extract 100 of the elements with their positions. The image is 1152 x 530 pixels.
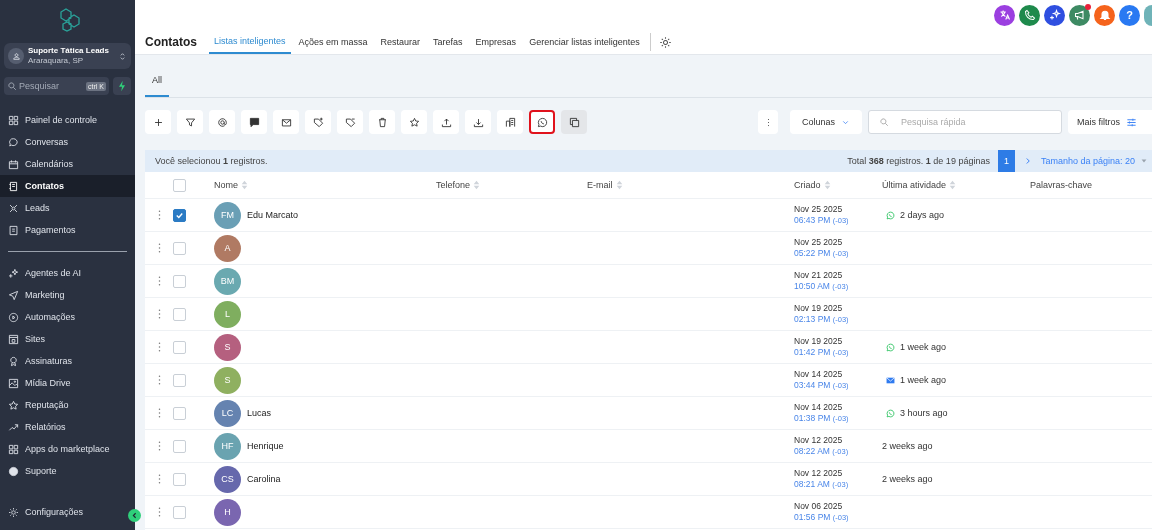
nav-item[interactable]: Painel de controle	[0, 109, 135, 131]
chevron-updown-icon	[118, 50, 127, 62]
mail-button[interactable]	[273, 110, 299, 134]
star-button[interactable]	[401, 110, 427, 134]
tab[interactable]: Gerenciar listas inteligentes	[524, 30, 645, 54]
column-header[interactable]: Palavras-chave	[1030, 180, 1093, 190]
phone-button[interactable]	[1019, 4, 1040, 26]
help-button[interactable]: ?	[1119, 4, 1140, 26]
filter-button[interactable]	[177, 110, 203, 134]
row-menu-icon[interactable]	[157, 308, 161, 320]
created-time: 08:21 AM	[794, 479, 830, 489]
contact-name[interactable]: Carolina	[247, 474, 281, 484]
nav-item[interactable]: Calendários	[0, 153, 135, 175]
tag-plus-button[interactable]	[305, 110, 331, 134]
nav-item[interactable]: Agentes de AI	[0, 262, 135, 284]
translate-button[interactable]	[994, 4, 1015, 26]
quick-search-field[interactable]: Pesquisa rápida	[868, 110, 1062, 134]
last-activity: 1 week ago	[900, 375, 947, 385]
settings-icon[interactable]	[658, 35, 672, 49]
nav-item[interactable]: Mídia Drive	[0, 372, 135, 394]
page-button[interactable]: 1	[997, 150, 1015, 172]
more-filters-button[interactable]: Mais filtros	[1068, 110, 1152, 134]
contact-name[interactable]: Lucas	[247, 408, 272, 418]
contact-name[interactable]: Henrique	[247, 441, 284, 451]
select-all-checkbox[interactable]	[173, 178, 186, 192]
bell-icon	[1098, 9, 1111, 21]
column-header[interactable]: Última atividade	[882, 180, 957, 190]
nav-item[interactable]: Contatos	[0, 175, 135, 197]
nav-item[interactable]: Leads	[0, 197, 135, 219]
nav-item[interactable]: Apps do marketplace	[0, 438, 135, 460]
bell-button[interactable]	[1094, 4, 1115, 26]
row-menu-icon[interactable]	[157, 341, 161, 353]
message-icon	[248, 116, 260, 128]
upload-button[interactable]	[433, 110, 459, 134]
columns-dropdown[interactable]: Colunas	[790, 110, 862, 134]
tab[interactable]: Ações em massa	[293, 30, 373, 54]
send-icon	[8, 289, 19, 301]
contact-avatar: BM	[214, 267, 241, 295]
account-switcher[interactable]: Suporte Tática Leads Araraquara, SP	[4, 43, 131, 69]
user-avatar[interactable]	[1144, 4, 1152, 26]
award-icon	[8, 355, 19, 367]
building-button[interactable]	[497, 110, 523, 134]
row-menu-icon[interactable]	[157, 209, 161, 221]
plus-button[interactable]	[145, 110, 171, 134]
sparkle-button[interactable]	[1044, 4, 1065, 26]
column-header[interactable]: Criado	[794, 180, 831, 190]
translate-icon	[998, 9, 1011, 21]
row-menu-icon[interactable]	[157, 440, 161, 452]
column-header[interactable]: Telefone	[436, 180, 481, 190]
nav-item[interactable]: Pagamentos	[0, 219, 135, 241]
contact-name[interactable]: Edu Marcato	[247, 210, 299, 220]
whatsapp-button[interactable]	[529, 110, 555, 134]
nav-item[interactable]: Automações	[0, 306, 135, 328]
column-header[interactable]: Nome	[214, 180, 248, 190]
mail-icon	[886, 375, 895, 385]
nav-item[interactable]: Conversas	[0, 131, 135, 153]
contact-avatar: S	[214, 366, 241, 394]
created-time: 02:13 PM	[794, 314, 831, 324]
list-tab[interactable]: All	[145, 75, 169, 97]
lightning-icon	[116, 80, 128, 92]
row-checkbox[interactable]	[173, 208, 186, 222]
chat-icon	[8, 136, 19, 148]
trash-button[interactable]	[369, 110, 395, 134]
created-time: 01:38 PM	[794, 413, 831, 423]
message-button[interactable]	[241, 110, 267, 134]
image-icon	[8, 377, 19, 389]
created-date: Nov 19 2025	[794, 336, 843, 347]
download-button[interactable]	[465, 110, 491, 134]
nav-item[interactable]: Reputação	[0, 394, 135, 416]
trend-icon	[8, 421, 19, 433]
row-menu-icon[interactable]	[157, 242, 161, 254]
nav-item[interactable]: Marketing	[0, 284, 135, 306]
tag-minus-button[interactable]	[337, 110, 363, 134]
row-menu-icon[interactable]	[157, 473, 161, 485]
network-icon	[8, 202, 19, 214]
contact-avatar: CS	[214, 465, 241, 493]
at-sign-button[interactable]	[209, 110, 235, 134]
account-location: Araraquara, SP	[28, 56, 85, 66]
row-menu-icon[interactable]	[157, 506, 161, 518]
row-menu-icon[interactable]	[157, 407, 161, 419]
created-time: 05:22 PM	[794, 248, 831, 258]
tab[interactable]: Listas inteligentes	[209, 30, 291, 54]
search-input[interactable]: Pesquisar	[17, 81, 87, 91]
megaphone-button[interactable]	[1069, 4, 1090, 26]
account-name: Suporte Tática Leads	[28, 46, 110, 56]
chevron-left-icon	[130, 511, 139, 520]
quick-action-button[interactable]	[113, 77, 131, 95]
tab[interactable]: Restaurar	[375, 30, 426, 54]
nav-item[interactable]: Assinaturas	[0, 350, 135, 372]
nav-item[interactable]: Sites	[0, 328, 135, 350]
nav-item[interactable]: Suporte	[0, 460, 135, 482]
column-header[interactable]: E-mail	[587, 180, 623, 190]
row-menu-icon[interactable]	[157, 275, 161, 287]
nav-item[interactable]: Relatórios	[0, 416, 135, 438]
row-menu-icon[interactable]	[157, 374, 161, 386]
nav-item[interactable]: Configurações	[0, 501, 123, 523]
copy-button[interactable]	[561, 110, 587, 134]
tab[interactable]: Empresas	[470, 30, 522, 54]
download-icon	[472, 116, 484, 128]
tab[interactable]: Tarefas	[428, 30, 468, 54]
